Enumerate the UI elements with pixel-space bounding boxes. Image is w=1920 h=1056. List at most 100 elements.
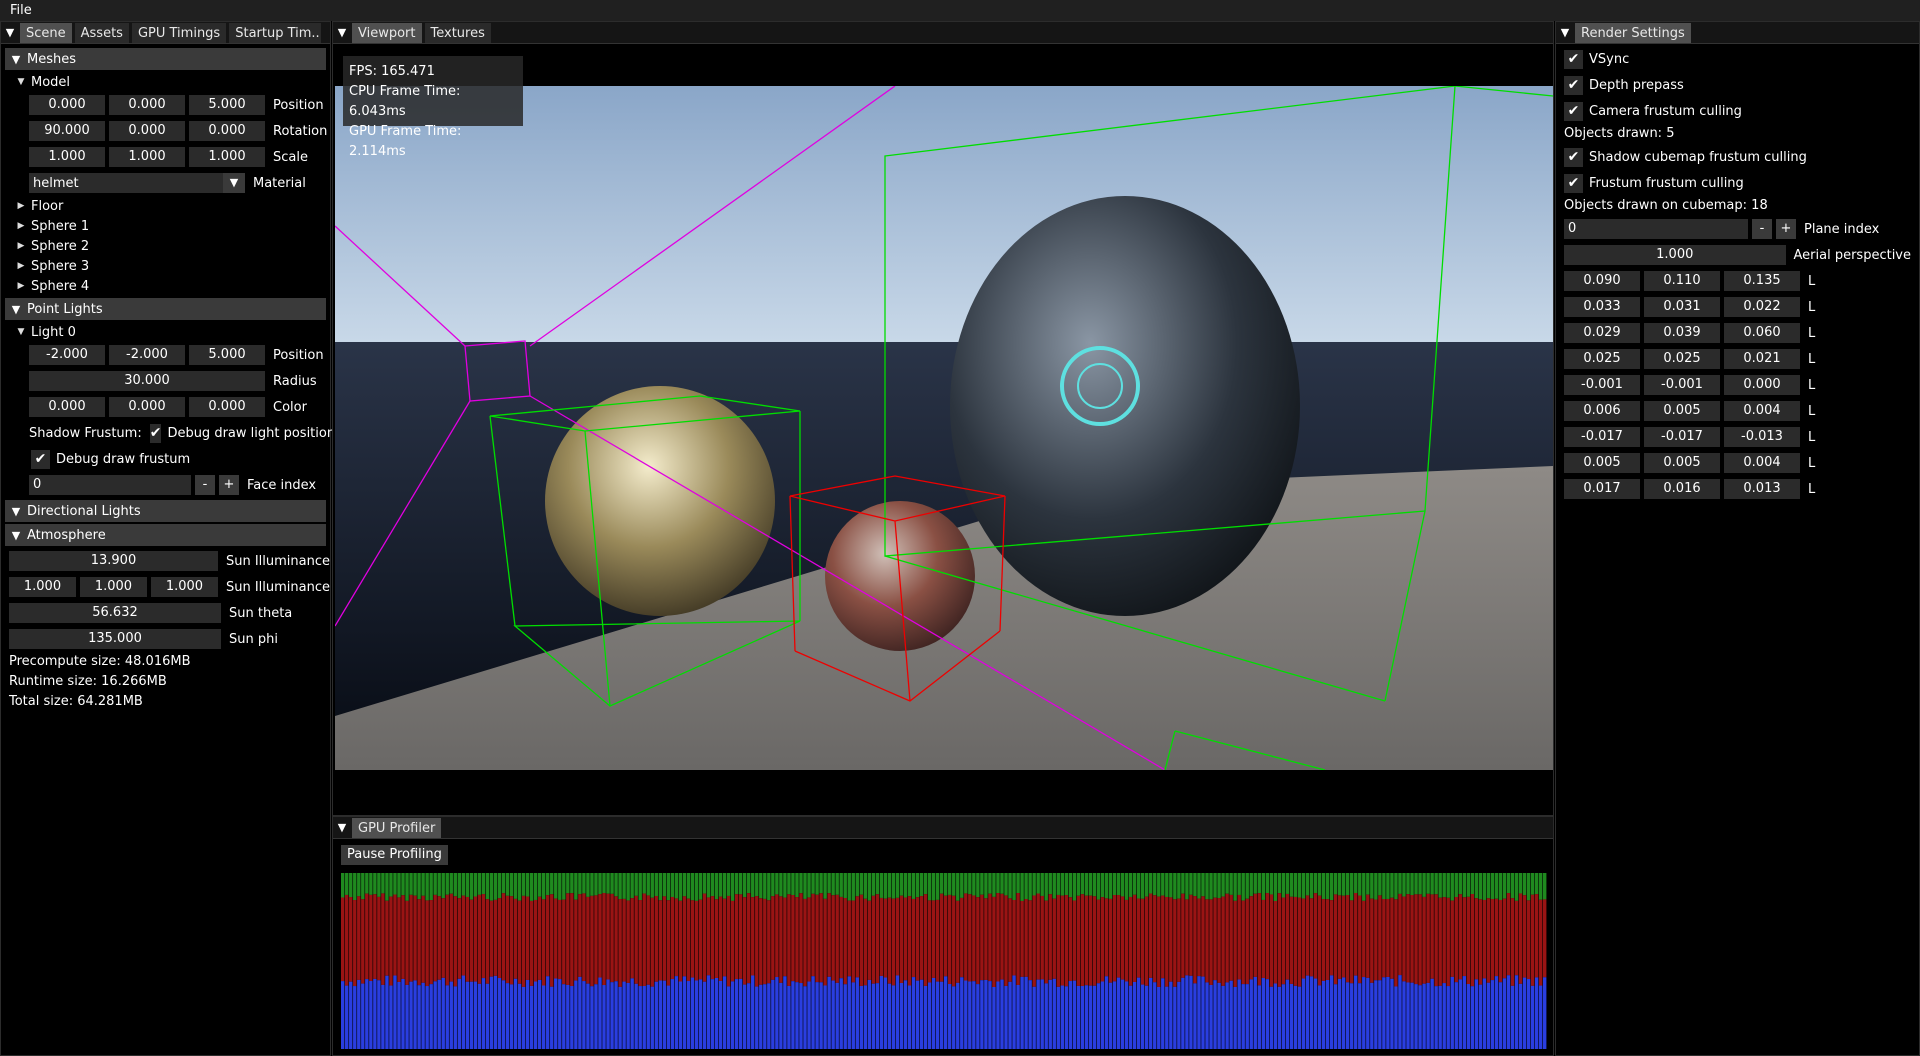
face-index-input[interactable]: 0 [29,475,191,495]
tree-floor[interactable]: ▶ Floor [1,196,330,216]
tab-scene[interactable]: Scene [20,22,72,43]
light-position-z[interactable]: 5.000 [189,345,265,365]
l-coefficient-input[interactable]: 0.013 [1724,479,1800,499]
vsync-label: VSync [1589,51,1630,67]
l-row: 0.005 0.005 0.004 L [1564,450,1911,476]
model-scale-y[interactable]: 1.000 [109,147,185,167]
tree-light-0[interactable]: ▼ Light 0 [1,322,330,342]
face-index-increment[interactable]: + [219,475,239,495]
l-coefficient-input[interactable]: 0.022 [1724,297,1800,317]
model-rotation-x[interactable]: 90.000 [29,121,105,141]
l-coefficient-input[interactable]: 0.017 [1564,479,1640,499]
plane-index-input[interactable]: 0 [1564,219,1748,239]
l-coefficient-input[interactable]: 0.025 [1644,349,1720,369]
profiler-frame-bar [433,873,437,1049]
l-coefficient-input[interactable]: 0.031 [1644,297,1720,317]
sun-illuminance-scalar[interactable]: 13.900 [9,551,218,571]
l-coefficient-input[interactable]: 0.090 [1564,271,1640,291]
window-menu-icon[interactable]: ▼ [335,819,349,837]
l-coefficients: 0.090 0.110 0.135 L 0.033 0.031 0.022 L 0.029 0.0… [1564,268,1911,502]
plane-index-decrement[interactable]: - [1752,219,1772,239]
sun-illuminance-g[interactable]: 1.000 [79,577,147,597]
window-menu-icon[interactable]: ▼ [335,24,349,42]
debug-light-position-checkbox[interactable]: ✔ [149,423,162,443]
menu-file[interactable]: File [0,3,42,18]
shadow-culling-checkbox[interactable]: ✔ [1564,147,1583,167]
face-index-decrement[interactable]: - [195,475,215,495]
tree-sphere-1[interactable]: ▶ Sphere 1 [1,216,330,236]
l-coefficient-input[interactable]: 0.029 [1564,323,1640,343]
l-coefficient-input[interactable]: 0.000 [1724,375,1800,395]
profiler-frame-bar [529,873,534,1049]
meshes-header[interactable]: ▼ Meshes [5,48,326,70]
l-coefficient-input[interactable]: -0.013 [1724,427,1800,447]
pause-profiling-button[interactable]: Pause Profiling [341,845,448,865]
point-lights-header[interactable]: ▼ Point Lights [5,298,326,320]
tab-gpu-timings[interactable]: GPU Timings [131,22,227,43]
l-coefficient-input[interactable]: 0.021 [1724,349,1800,369]
model-position-y[interactable]: 0.000 [109,95,185,115]
l-coefficient-input[interactable]: 0.016 [1644,479,1720,499]
l-coefficient-input[interactable]: 0.060 [1724,323,1800,343]
tree-sphere-3[interactable]: ▶ Sphere 3 [1,256,330,276]
sun-phi-input[interactable]: 135.000 [9,629,221,649]
profiler-frame-bar [1281,873,1286,1049]
l-coefficient-input[interactable]: 0.004 [1724,401,1800,421]
camera-culling-checkbox[interactable]: ✔ [1564,101,1583,121]
vsync-checkbox[interactable]: ✔ [1564,49,1583,69]
frustum-culling-checkbox[interactable]: ✔ [1564,173,1583,193]
material-select[interactable]: helmet ▼ [29,173,245,193]
plane-index-increment[interactable]: + [1776,219,1796,239]
light-color-r[interactable]: 0.000 [29,397,105,417]
l-coefficient-input[interactable]: 0.005 [1644,401,1720,421]
depth-prepass-checkbox[interactable]: ✔ [1564,75,1583,95]
tab-textures[interactable]: Textures [424,22,491,43]
profiler-frame-bar [980,873,984,1049]
l-coefficient-input[interactable]: 0.039 [1644,323,1720,343]
light-color-b[interactable]: 0.000 [189,397,265,417]
model-rotation-y[interactable]: 0.000 [109,121,185,141]
l-coefficient-input[interactable]: 0.004 [1724,453,1800,473]
tab-viewport[interactable]: Viewport [352,22,422,43]
l-coefficient-input[interactable]: 0.110 [1644,271,1720,291]
light-radius[interactable]: 30.000 [29,371,265,391]
directional-lights-header[interactable]: ▼ Directional Lights [5,500,326,522]
l-coefficient-input[interactable]: 0.005 [1564,453,1640,473]
l-coefficient-input[interactable]: 0.006 [1564,401,1640,421]
l-coefficient-input[interactable]: -0.001 [1564,375,1640,395]
l-coefficient-input[interactable]: 0.025 [1564,349,1640,369]
model-rotation-z[interactable]: 0.000 [189,121,265,141]
profiler-frame-bar [562,873,566,1049]
l-coefficient-input[interactable]: -0.017 [1644,427,1720,447]
l-coefficient-input[interactable]: 0.033 [1564,297,1640,317]
l-coefficient-input[interactable]: 0.135 [1724,271,1800,291]
light-position-x[interactable]: -2.000 [29,345,105,365]
profiler-frame-bar [831,873,835,1049]
tab-startup-timings[interactable]: Startup Tim... [229,22,322,43]
profiler-frame-bar [505,873,510,1049]
sun-theta-input[interactable]: 56.632 [9,603,221,623]
l-coefficient-input[interactable]: -0.001 [1644,375,1720,395]
model-scale-z[interactable]: 1.000 [189,147,265,167]
atmosphere-header[interactable]: ▼ Atmosphere [5,524,326,546]
sun-illuminance-r[interactable]: 1.000 [9,577,76,597]
l-coefficient-input[interactable]: 0.005 [1644,453,1720,473]
tree-sphere-4[interactable]: ▶ Sphere 4 [1,276,330,296]
aerial-perspective-input[interactable]: 1.000 [1564,245,1786,265]
tab-render-settings[interactable]: Render Settings [1575,22,1691,43]
model-position-x[interactable]: 0.000 [29,95,105,115]
model-position-z[interactable]: 5.000 [189,95,265,115]
light-color-g[interactable]: 0.000 [109,397,185,417]
tab-assets[interactable]: Assets [74,22,129,43]
render-view[interactable] [335,86,1553,770]
tab-gpu-profiler[interactable]: GPU Profiler [352,817,442,838]
model-scale-x[interactable]: 1.000 [29,147,105,167]
tree-model[interactable]: ▼ Model [1,72,330,92]
debug-frustum-checkbox[interactable]: ✔ [31,449,50,469]
window-menu-icon[interactable]: ▼ [3,24,17,42]
window-menu-icon[interactable]: ▼ [1558,24,1572,42]
light-position-y[interactable]: -2.000 [109,345,185,365]
tree-sphere-2[interactable]: ▶ Sphere 2 [1,236,330,256]
sun-illuminance-b[interactable]: 1.000 [150,577,218,597]
l-coefficient-input[interactable]: -0.017 [1564,427,1640,447]
